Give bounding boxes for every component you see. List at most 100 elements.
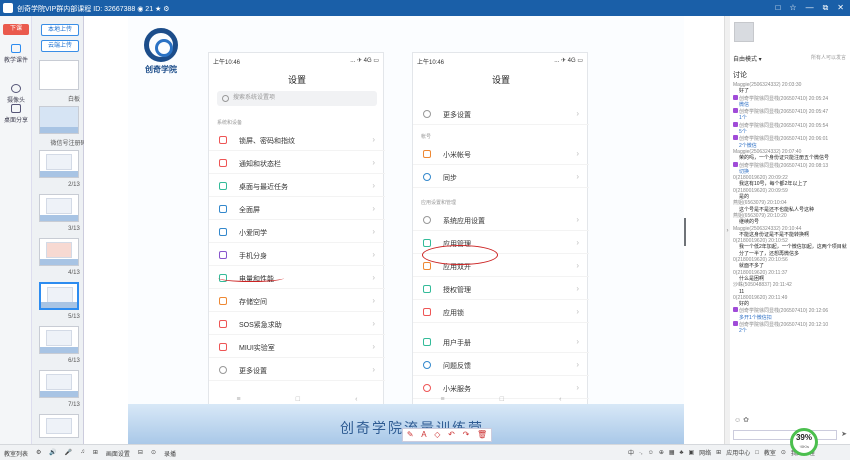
- thumb-slide-1[interactable]: [39, 106, 79, 134]
- setting-row: 更多设置 ›: [209, 359, 385, 381]
- sync-icon: [423, 173, 431, 181]
- record-button[interactable]: 录播: [164, 449, 176, 458]
- setting-row: 问题反馈 ›: [413, 354, 589, 376]
- more-icon: [423, 110, 431, 118]
- app-lock-icon: [423, 308, 431, 316]
- music-icon[interactable]: ♫: [80, 449, 85, 458]
- close-button[interactable]: ✕: [837, 3, 844, 13]
- underline-annotation: [218, 274, 284, 282]
- gift-icon: [733, 320, 738, 326]
- record-icon[interactable]: ⊙: [151, 449, 156, 458]
- eraser-tool[interactable]: ◇: [434, 429, 440, 441]
- mic-icon[interactable]: 🎤: [65, 449, 72, 458]
- storage-icon: [219, 297, 227, 305]
- undo-tool[interactable]: ↶: [448, 429, 455, 441]
- classroom-button[interactable]: 教室: [764, 448, 776, 457]
- fullscreen-button[interactable]: □: [776, 3, 781, 13]
- chat-message: 沙蛛(505048837) 20:11:42 11: [733, 282, 847, 295]
- gear-icon: [423, 216, 431, 224]
- emoji-buttons[interactable]: ☺ ✿: [734, 416, 749, 424]
- clear-tool[interactable]: 🗑: [477, 429, 487, 441]
- chat-message: Maggie(2506324332) 20:10:44 不能这身份证是不是不能转换…: [733, 226, 847, 239]
- thumb-slide-4[interactable]: [39, 238, 79, 266]
- punct-icon[interactable]: ·,: [639, 450, 643, 456]
- end-class-button[interactable]: 下课: [3, 24, 29, 35]
- dual-app-icon: [423, 262, 431, 270]
- phone-search: 搜索系统设置项: [217, 91, 377, 106]
- thumb-slide-5[interactable]: [39, 282, 79, 310]
- cloud-upload-button[interactable]: 云端上传: [41, 40, 79, 52]
- chat-message: Maggie(2506324332) 20:07:40 荣的吗，一个身份证只能注册…: [733, 149, 847, 162]
- pen-tool[interactable]: ✎: [407, 429, 414, 441]
- message-text: 2个: [739, 328, 747, 335]
- chat-message: 创奇学院徐同显栈(206507410) 20:05:24 微信: [733, 94, 847, 109]
- screen-settings-button[interactable]: 画面设置: [106, 449, 130, 458]
- chat-message: 燕姐(6563079) 20:10:20 继续的号: [733, 213, 847, 226]
- chat-input[interactable]: [733, 430, 837, 440]
- thumb-slide-7[interactable]: [39, 370, 79, 398]
- send-button[interactable]: ➤: [841, 430, 847, 438]
- phone-title: 设置: [287, 75, 306, 85]
- settings-icon[interactable]: ⚙: [36, 449, 41, 458]
- discussion-heading: 讨论: [733, 72, 747, 79]
- setting-row: 存储空间 ›: [209, 290, 385, 312]
- phone-section: 系统和设备: [217, 120, 243, 126]
- redo-tool[interactable]: ↷: [463, 429, 470, 441]
- keyboard-icon[interactable]: ▦: [669, 449, 675, 456]
- classroom-list-button[interactable]: 教室列表: [4, 449, 28, 458]
- gauge-speed: ↑0K/s: [798, 444, 809, 449]
- text-tool[interactable]: A: [421, 429, 426, 441]
- gift-icon: [733, 307, 738, 313]
- local-upload-button[interactable]: 本地上传: [41, 24, 79, 36]
- tray-icon[interactable]: ▣: [688, 449, 694, 456]
- bell-icon: [219, 159, 227, 167]
- setting-row: 全面屏 ›: [209, 198, 385, 220]
- thumb-slide-3[interactable]: [39, 194, 79, 222]
- mic-tray-icon[interactable]: ⊕: [659, 449, 664, 456]
- classroom-icon: □: [755, 449, 759, 456]
- slides-icon: [11, 44, 21, 53]
- thumb-slide-6[interactable]: [39, 326, 79, 354]
- tool-label: 桌面分享: [3, 118, 28, 124]
- assistant-icon: [219, 228, 227, 236]
- skin-button[interactable]: ☆: [789, 3, 796, 13]
- left-toolbar: 下课 教学课件 摄像头 桌面分享: [0, 16, 32, 444]
- chat-message: 0(2180019620) 20:09:22 我这有10号，每个都2年以上了: [733, 175, 847, 188]
- skin-icon[interactable]: ♣: [680, 450, 684, 456]
- message-list: Maggie(2506324332) 20:03:30 好了 创奇学院徐同显栈(20…: [733, 82, 847, 412]
- speaker-icon[interactable]: 🔊: [49, 449, 56, 458]
- thumb-slide-2[interactable]: [39, 150, 79, 178]
- chat-message: 创奇学院徐同显栈(206507410) 20:08:13 切换: [733, 161, 847, 176]
- thumb-whiteboard[interactable]: [39, 60, 79, 90]
- message-sender: 创奇学院徐同显栈(206507410) 20:12:10: [733, 320, 847, 328]
- message-sender: 创奇学院徐同显栈(206507410) 20:08:13: [733, 161, 847, 169]
- feedback-icon: [423, 361, 431, 369]
- app-center-button[interactable]: 应用中心: [726, 448, 750, 457]
- network-button[interactable]: 网络: [699, 448, 711, 457]
- tool-courseware[interactable]: 教学课件: [0, 44, 32, 64]
- chat-message: 燕姐(6563079) 20:10:04 这个号是不是还不也能私人号这种: [733, 200, 847, 213]
- chat-message: 0(2180019620) 20:10:52 我一个低2年加起，一个微信加起，这两…: [733, 238, 847, 257]
- chat-message: 创奇学院徐同显栈(206507410) 20:05:47 1个: [733, 108, 847, 122]
- phone-section: 帐号: [421, 134, 432, 140]
- ime-icon[interactable]: 中: [628, 448, 634, 457]
- chat-mode-select[interactable]: 自由模式 ▾: [733, 54, 762, 63]
- maximize-button[interactable]: ⧉: [823, 3, 829, 13]
- clone-icon: [219, 251, 227, 259]
- minimize-button[interactable]: —: [806, 3, 814, 13]
- setting-row: MIUI实验室 ›: [209, 336, 385, 358]
- grid-icon[interactable]: ⊟: [138, 449, 143, 458]
- tool-desktop-share[interactable]: 桌面分享: [0, 104, 32, 124]
- layout-icon[interactable]: ⊞: [93, 449, 98, 458]
- gauge-value: 39%: [795, 433, 812, 442]
- chat-mode-hint: 所有人可以发言: [810, 55, 846, 61]
- gift-icon: [733, 161, 738, 167]
- chat-message: 创奇学院徐同显栈(206507410) 20:06:01 2个微信: [733, 135, 847, 149]
- lock-icon: [219, 136, 227, 144]
- network-gauge: 39% ↑0K/s: [790, 428, 818, 456]
- emoji-icon[interactable]: ☺: [648, 450, 654, 456]
- thumb-slide-8[interactable]: [39, 414, 79, 438]
- tool-camera[interactable]: 摄像头: [0, 84, 32, 104]
- setting-row: 小爱同学 ›: [209, 221, 385, 243]
- phone-title: 设置: [491, 75, 510, 85]
